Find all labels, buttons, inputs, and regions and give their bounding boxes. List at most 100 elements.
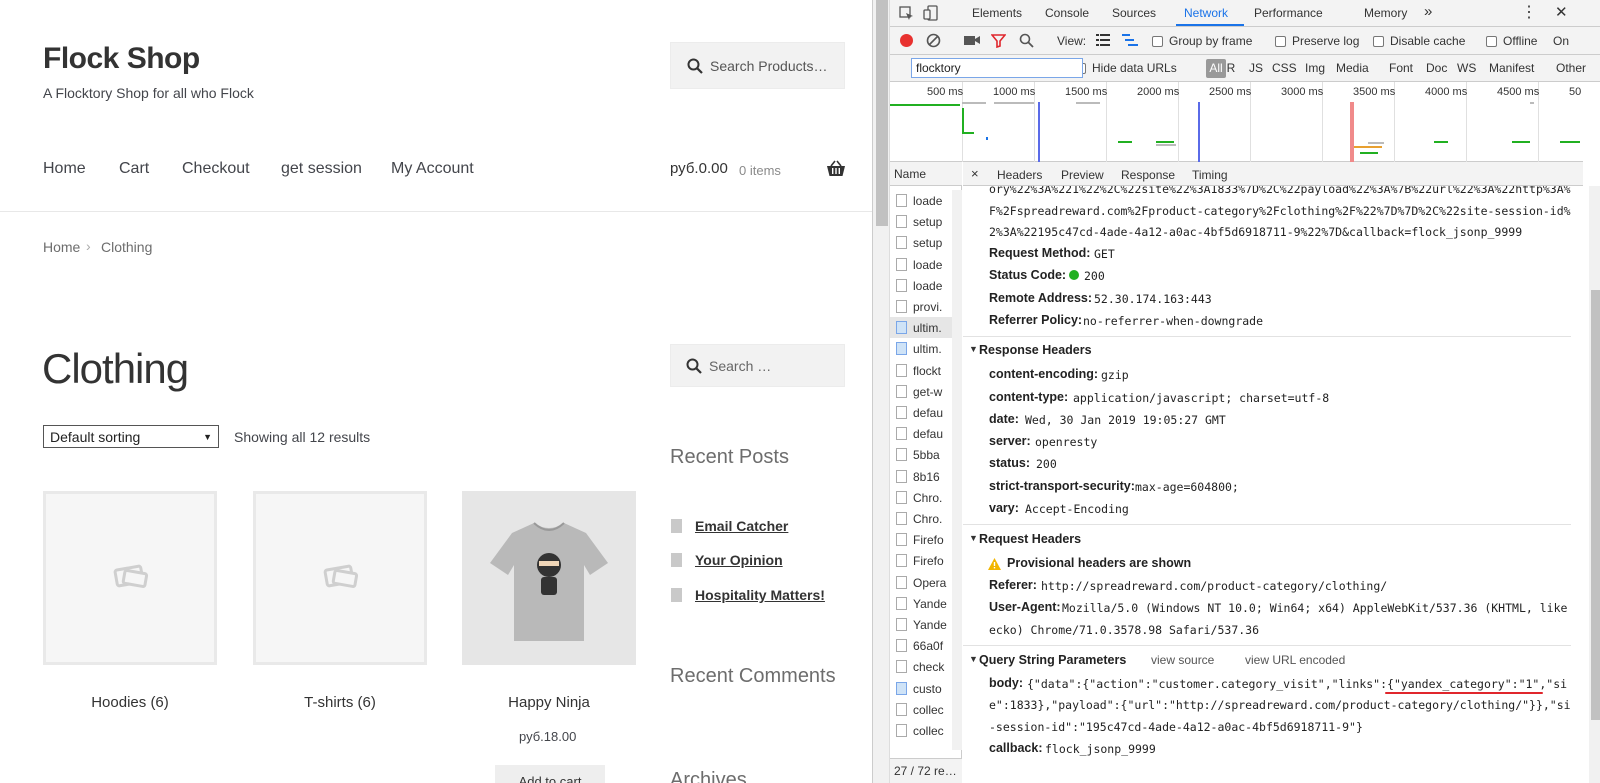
request-list-scrollbar[interactable]: [952, 190, 962, 750]
disable-cache-checkbox[interactable]: [1373, 36, 1384, 47]
tab-headers[interactable]: Headers: [997, 168, 1042, 182]
breadcrumb-home[interactable]: Home: [43, 239, 80, 255]
tab-console[interactable]: Console: [1045, 6, 1089, 20]
product-image-tshirts[interactable]: [253, 491, 427, 665]
view-url-encoded-link[interactable]: view URL encoded: [1245, 653, 1345, 667]
header-value: Mozilla/5.0 (Windows NT 10.0; Win64; x64…: [1062, 601, 1568, 615]
basket-icon[interactable]: [826, 160, 846, 178]
recent-post-link[interactable]: Email Catcher: [695, 518, 788, 534]
product-image-hoodies[interactable]: [43, 491, 217, 665]
request-name: Yande: [913, 618, 947, 632]
body-json-part: {"data":{"action":"customer.category_vis…: [1027, 677, 1388, 691]
nav-get-session[interactable]: get session: [281, 160, 362, 178]
filter-type-all[interactable]: All: [1206, 59, 1226, 78]
header-value: Wed, 30 Jan 2019 19:05:27 GMT: [1025, 413, 1226, 427]
product-count: (6): [357, 694, 376, 711]
tab-timing[interactable]: Timing: [1192, 168, 1228, 182]
screenshot-camera-icon[interactable]: [964, 34, 980, 46]
tab-elements[interactable]: Elements: [972, 6, 1022, 20]
request-name: get-w: [913, 384, 943, 399]
param-label: body:: [989, 676, 1024, 690]
network-filter-input[interactable]: [911, 58, 1083, 78]
tab-performance[interactable]: Performance: [1254, 6, 1323, 20]
detail-scroll-thumb[interactable]: [1591, 290, 1600, 720]
search-icon[interactable]: [1019, 33, 1034, 48]
more-tabs-icon[interactable]: »: [1424, 3, 1432, 20]
page-scrollbar[interactable]: [873, 0, 890, 783]
recent-post-link[interactable]: Hospitality Matters!: [695, 587, 825, 603]
site-title[interactable]: Flock Shop: [43, 42, 200, 76]
response-headers-title[interactable]: Response Headers: [979, 343, 1092, 357]
param-value: e":1833},"payload":{"url":"http://spread…: [989, 698, 1571, 712]
nav-checkout[interactable]: Checkout: [182, 160, 250, 178]
filter-type-css[interactable]: CSS: [1272, 61, 1297, 75]
filter-type-other[interactable]: Other: [1556, 61, 1586, 75]
caret-down-icon[interactable]: ▼: [969, 533, 978, 543]
product-name: Hoodies: [91, 694, 147, 711]
file-icon: [896, 660, 907, 674]
caret-down-icon[interactable]: ▼: [969, 654, 978, 664]
filter-type-media[interactable]: Media: [1336, 61, 1369, 75]
product-label-tshirts[interactable]: T-shirts (6): [253, 694, 427, 711]
device-toolbar-icon[interactable]: [923, 5, 939, 21]
view-source-link[interactable]: view source: [1151, 653, 1214, 667]
product-label-hoodies[interactable]: Hoodies (6): [43, 694, 217, 711]
tab-network[interactable]: Network: [1184, 6, 1228, 20]
image-file-icon: [896, 342, 907, 356]
request-name: Chro.: [913, 490, 943, 505]
file-icon: [896, 257, 907, 271]
inspect-element-icon[interactable]: [899, 6, 914, 21]
tab-response[interactable]: Response: [1121, 168, 1175, 182]
throttling-select[interactable]: On: [1553, 34, 1569, 48]
product-label-happy-ninja[interactable]: Happy Ninja: [462, 694, 636, 711]
header-value: application/javascript; charset=utf-8: [1073, 391, 1330, 405]
network-overview-timeline[interactable]: 500 ms 1000 ms 1500 ms 2000 ms 2500 ms 3…: [890, 82, 1583, 162]
filter-type-img[interactable]: Img: [1305, 61, 1325, 75]
file-icon: [896, 427, 907, 441]
tab-preview[interactable]: Preview: [1061, 168, 1104, 182]
tab-memory[interactable]: Memory: [1364, 6, 1407, 20]
request-url-line: F%2Fspreadreward.com%2Fproduct-category%…: [989, 204, 1571, 218]
sorting-select[interactable]: Default sorting ▼: [43, 425, 219, 448]
filter-type-js[interactable]: JS: [1249, 61, 1263, 75]
file-icon: [896, 724, 907, 737]
filter-type-manifest[interactable]: Manifest: [1489, 61, 1534, 75]
request-headers-title[interactable]: Request Headers: [979, 532, 1081, 546]
file-icon: [896, 469, 907, 483]
placeholder-image-icon: [323, 564, 359, 588]
filter-type-ws[interactable]: WS: [1457, 61, 1476, 75]
header-label: server:: [989, 434, 1031, 448]
clear-icon[interactable]: [926, 33, 941, 48]
recent-post-link[interactable]: Your Opinion: [695, 552, 783, 568]
param-value: -session-id":"195c47cd-4ade-4a12-a0ac-4b…: [989, 720, 1363, 734]
cart-item-count[interactable]: 0 items: [739, 163, 781, 178]
kebab-menu-icon[interactable]: ⋮: [1521, 2, 1537, 22]
group-by-frame-checkbox[interactable]: [1152, 36, 1163, 47]
list-view-icon[interactable]: [1096, 34, 1110, 46]
nav-my-account[interactable]: My Account: [391, 160, 474, 178]
close-detail-icon[interactable]: ×: [971, 166, 979, 181]
product-image-happy-ninja[interactable]: [462, 491, 636, 665]
filter-type-font[interactable]: Font: [1389, 61, 1413, 75]
general-value: GET: [1094, 247, 1115, 261]
waterfall-view-icon[interactable]: [1122, 34, 1138, 47]
query-string-params-title[interactable]: Query String Parameters: [979, 653, 1126, 667]
page-scroll-thumb[interactable]: [876, 0, 888, 226]
nav-cart[interactable]: Cart: [119, 160, 149, 178]
cart-amount[interactable]: руб.0.00: [670, 160, 728, 177]
header-value: 200: [1036, 457, 1057, 471]
preserve-log-checkbox[interactable]: [1275, 36, 1286, 47]
record-icon[interactable]: [899, 33, 914, 48]
add-to-cart-button[interactable]: Add to cart: [495, 765, 605, 783]
caret-down-icon[interactable]: ▼: [969, 344, 978, 354]
close-devtools-icon[interactable]: ✕: [1555, 3, 1568, 21]
nav-home[interactable]: Home: [43, 160, 86, 178]
filter-icon[interactable]: [991, 33, 1006, 48]
tab-sources[interactable]: Sources: [1112, 6, 1156, 20]
sidebar-search-input[interactable]: Search …: [670, 344, 845, 387]
product-search-input[interactable]: Search Products…: [670, 42, 845, 89]
offline-checkbox[interactable]: [1486, 36, 1497, 47]
filter-type-doc[interactable]: Doc: [1426, 61, 1447, 75]
name-column-header[interactable]: Name: [890, 162, 962, 186]
file-icon: [896, 575, 907, 589]
